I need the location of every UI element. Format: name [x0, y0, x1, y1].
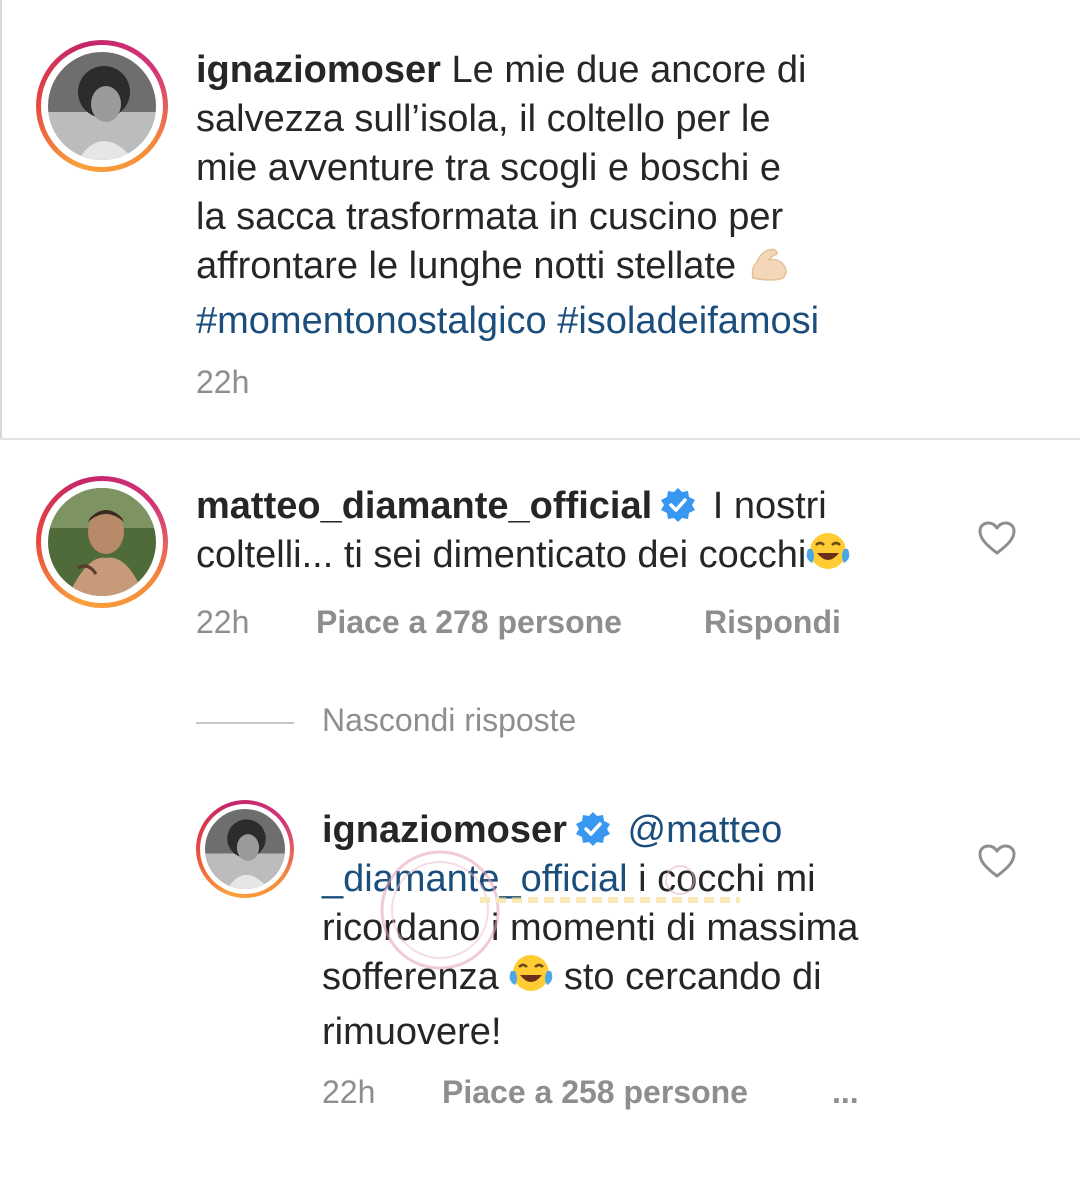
caption-time: 22h — [196, 364, 250, 400]
comment-username[interactable]: matteo_diamante_official — [196, 485, 652, 527]
caption-divider — [0, 438, 1080, 440]
caption-line: salvezza sull’isola, il coltello per le — [196, 98, 771, 140]
caption-avatar[interactable] — [36, 40, 168, 172]
reply-text-line: sto cercando di — [553, 956, 822, 998]
reply-likes[interactable]: Piace a 258 persone — [442, 1074, 748, 1111]
like-heart-icon[interactable] — [977, 843, 1017, 879]
caption-text: ignaziomoser Le mie due ancore di salvez… — [196, 46, 1056, 346]
reply-mention[interactable]: @matteo — [628, 809, 783, 851]
reply-button[interactable]: Rispondi — [704, 604, 841, 641]
caption-username[interactable]: ignaziomoser — [196, 49, 441, 91]
comment-likes[interactable]: Piace a 278 persone — [316, 604, 622, 641]
post-caption: ignaziomoser Le mie due ancore di salvez… — [0, 0, 1080, 440]
reply-text-line: sofferenza — [322, 956, 510, 998]
reply-text: ignaziomoser @matteo _diamante_official … — [322, 806, 962, 1057]
reply-time: 22h — [322, 1074, 376, 1110]
verified-badge-icon — [575, 811, 611, 847]
like-heart-icon[interactable] — [977, 520, 1017, 556]
reply-text-line: ricordano i momenti di massima — [322, 907, 859, 949]
comment-text-line: coltelli... ti sei dimenticato dei cocch… — [196, 534, 807, 576]
tears-of-joy-icon — [509, 953, 553, 1008]
reply-text-line: rimuovere! — [322, 1011, 502, 1053]
comment-text-line: I nostri — [712, 485, 827, 527]
caption-line: Le mie due ancore di — [451, 49, 807, 91]
comment-text: matteo_diamante_official I nostri coltel… — [196, 482, 966, 586]
profile-photo-icon — [205, 809, 285, 889]
profile-photo-icon — [48, 488, 156, 596]
caption-line: affrontare le lunghe notti stellate — [196, 245, 737, 287]
reply-text-line: i cocchi mi — [627, 858, 816, 900]
reply-avatar[interactable] — [196, 800, 294, 898]
flexed-biceps-icon — [747, 244, 791, 297]
more-options-button[interactable]: ... — [832, 1074, 859, 1111]
caption-hashtags[interactable]: #momentonostalgico #isoladeifamosi — [196, 297, 1056, 346]
caption-line: mie avventure tra scogli e boschi e — [196, 147, 782, 189]
caption-line: la sacca trasformata in cuscino per — [196, 196, 784, 238]
profile-photo-icon — [48, 52, 156, 160]
hide-replies-line — [196, 722, 294, 724]
comment-time: 22h — [196, 604, 250, 640]
comment-avatar[interactable] — [36, 476, 168, 608]
tears-of-joy-icon — [806, 531, 850, 586]
verified-badge-icon — [660, 487, 696, 523]
reply-mention-cont[interactable]: _diamante_official — [322, 858, 628, 900]
reply-username[interactable]: ignaziomoser — [322, 809, 567, 851]
hide-replies-label: Nascondi risposte — [322, 702, 577, 738]
